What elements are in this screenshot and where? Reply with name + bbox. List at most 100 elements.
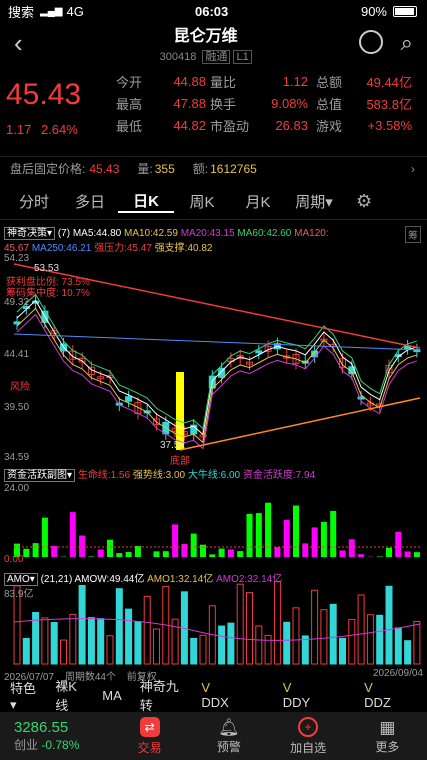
date-end: 2026/09/04 <box>372 668 423 679</box>
activity-bar <box>237 551 244 557</box>
nav-more-label: 更多 <box>375 739 400 754</box>
amo-bar <box>236 583 244 665</box>
tab-monthly-k[interactable]: 月K <box>230 191 286 212</box>
activity-bar <box>51 545 58 557</box>
sub2-amo2: AMO2:32.14亿 <box>216 574 283 585</box>
label-risk: 风险 <box>10 382 30 393</box>
tab-daily-k[interactable]: 日K <box>118 190 174 213</box>
legend-params: (7) <box>57 228 71 239</box>
add-icon: + <box>298 716 319 737</box>
nav-add-watch[interactable]: + 加自选 <box>269 716 348 756</box>
activity-bar <box>181 543 188 557</box>
tag-level: L1 <box>233 50 252 64</box>
tool-ddy[interactable]: V DDY <box>283 680 346 710</box>
tool-magic-nine[interactable]: 神奇九转 <box>140 676 184 714</box>
tool-ma[interactable]: MA <box>102 688 122 703</box>
sub2-amo1: AMO1:32.14亿 <box>147 574 214 585</box>
axis-mid3: 39.50 <box>4 402 30 413</box>
activity-bar <box>116 553 123 557</box>
activity-bar <box>395 531 402 557</box>
low-mark: 37.52 <box>160 440 186 451</box>
amo-bar <box>255 625 263 665</box>
amo-bar <box>283 621 291 665</box>
tool-ddx[interactable]: V DDX <box>201 680 264 710</box>
title-block: 昆仑万维 300418 融通 L1 <box>160 22 252 64</box>
amo-bar <box>87 617 95 665</box>
back-icon[interactable]: ‹ <box>14 28 23 59</box>
search-icon[interactable]: ⌕ <box>401 30 413 56</box>
sub1-indicator[interactable]: 资金活跃副图▾ <box>4 469 76 482</box>
time: 06:03 <box>195 3 229 19</box>
amo-bar <box>143 595 151 665</box>
quote-value: 1.12 <box>282 73 308 89</box>
amo-bar <box>246 592 253 665</box>
settings-icon[interactable]: ⚙ <box>356 191 372 212</box>
index-widget[interactable]: 3286.55 创业 -0.78% <box>0 719 110 753</box>
chip-button[interactable]: 筹 <box>405 226 421 243</box>
amo-bar <box>199 634 207 665</box>
amo-bar <box>339 637 346 665</box>
activity-bar <box>23 548 30 557</box>
amo-bar <box>348 618 356 665</box>
activity-bar <box>413 552 420 557</box>
sub1-axis-top: 24.00 <box>4 483 30 494</box>
tab-intraday[interactable]: 分时 <box>6 191 62 212</box>
activity-bar <box>311 527 318 557</box>
amo-bar <box>292 607 300 665</box>
battery-icon <box>393 5 417 17</box>
tool-ddz[interactable]: V DDZ <box>364 680 427 710</box>
vip-icon: V <box>282 680 292 695</box>
axis-mid2: 44.41 <box>4 349 30 360</box>
sub1-bull: 大牛线:6.00 <box>187 470 241 481</box>
tool-special[interactable]: 特色▾ <box>10 678 37 713</box>
quote-value: 583.8亿 <box>366 96 412 112</box>
activity-bar <box>97 549 104 557</box>
activity-bar <box>125 552 132 557</box>
main-legend[interactable]: 神奇决策▾ (7) MA5:44.80 MA10:42.59 MA20:43.1… <box>4 224 329 240</box>
last-price: 45.43 <box>6 78 82 111</box>
amo-bar <box>22 637 30 665</box>
nav-more[interactable]: ▦ 更多 <box>348 718 427 755</box>
legend-ma10: MA10:42.59 <box>123 228 178 239</box>
sub1-active: 资金活跃度:7.94 <box>242 470 316 481</box>
robot-icon[interactable] <box>358 30 383 54</box>
sub2-legend[interactable]: AMO▾ (21,21) AMOW:49.44亿 AMO1:32.14亿 AMO… <box>4 570 283 586</box>
tool-naked-k[interactable]: 裸K线 <box>55 676 84 714</box>
activity-bar <box>209 554 216 557</box>
nav-trade-label: 交易 <box>137 740 162 755</box>
afterhours-bar[interactable]: 盘后固定价格: 45.43 量: 355 额: 1612765 › <box>0 156 427 180</box>
chevron-right-icon: › <box>411 161 415 176</box>
signal-icon: ▂▄▆ <box>40 5 63 17</box>
amo-bar <box>404 640 412 665</box>
amo-bar <box>273 580 281 665</box>
vip-icon: V <box>201 680 210 695</box>
amo-bar <box>311 589 319 665</box>
activity-bar <box>162 551 169 557</box>
activity-bar <box>348 539 355 557</box>
tab-period[interactable]: 周期▾ <box>286 191 342 212</box>
amo-bar <box>50 622 58 665</box>
index-name: 创业 <box>14 738 39 752</box>
nav-alert-label: 预警 <box>216 739 241 754</box>
quote-row: 最高 47.88 换手 9.08% 总值 583.8亿 <box>116 92 421 114</box>
activity-bar <box>218 548 225 557</box>
nav-trade[interactable]: ⇄ 交易 <box>110 716 189 756</box>
quote-label: 今开 <box>116 74 143 90</box>
tab-multiday[interactable]: 多日 <box>62 191 118 212</box>
amo-bar <box>60 639 67 665</box>
legend-ma120: MA120: <box>294 228 329 239</box>
activity-bar <box>339 550 346 557</box>
sub1-life: 生命线:1.56 <box>77 470 131 481</box>
amo-bar <box>190 637 198 665</box>
activity-bar <box>302 543 309 557</box>
nav-alert[interactable]: 🔔︎ 预警 <box>189 718 268 755</box>
tab-weekly-k[interactable]: 周K <box>174 191 230 212</box>
activity-bar <box>330 510 337 557</box>
period-tabs: 分时 多日 日K 周K 月K 周期▾ ⚙ <box>0 184 427 220</box>
quote-panel: 45.43 1.17 2.64% 今开 44.88 量比 1.12 总额 49.… <box>0 66 427 156</box>
activity-bar <box>172 524 179 557</box>
sub2-params: (21,21) <box>40 574 73 585</box>
activity-bar <box>227 549 234 557</box>
activity-bar <box>358 554 365 557</box>
sub1-legend[interactable]: 资金活跃副图▾ 生命线:1.56 强势线:3.00 大牛线:6.00 资金活跃度… <box>4 466 316 482</box>
